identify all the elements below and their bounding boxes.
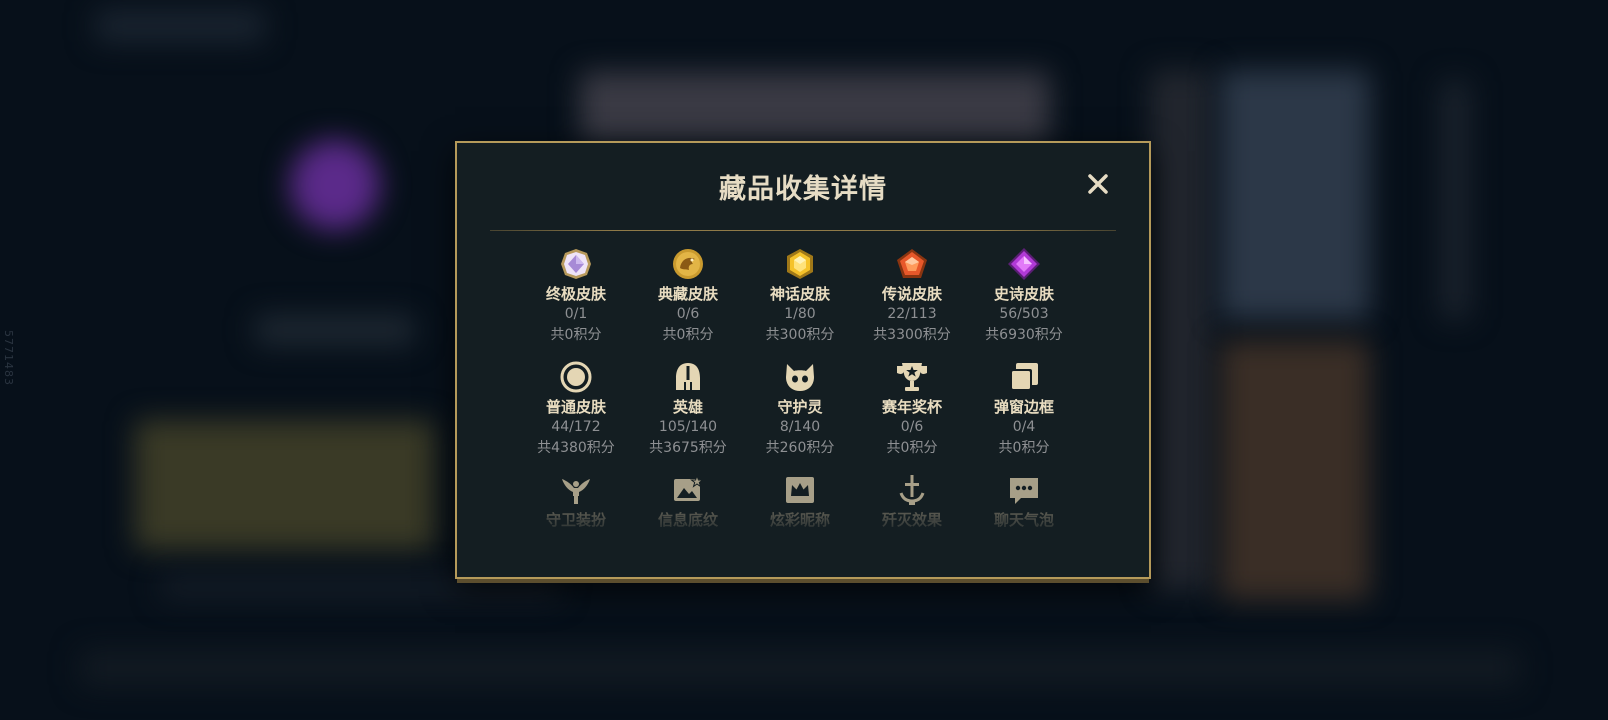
collection-item-mythic-skin[interactable]: 神话皮肤 1/80 共300积分 [744, 247, 856, 346]
item-name: 弹窗边框 [993, 398, 1054, 416]
banner-icon [674, 474, 704, 501]
collection-item-season-trophy[interactable]: 赛年奖杯 0/6 共0积分 [856, 360, 968, 459]
item-name: 聊天气泡 [993, 511, 1054, 529]
item-name: 典藏皮肤 [657, 285, 718, 303]
item-points: 共0积分 [886, 440, 938, 456]
item-name: 普通皮肤 [545, 398, 606, 416]
close-icon[interactable] [1083, 169, 1113, 199]
item-points: 共260积分 [765, 440, 835, 456]
item-count: 0/4 [1012, 419, 1036, 435]
ultimate-gem-icon [561, 249, 591, 279]
ring-icon [560, 361, 592, 393]
item-count: 0/6 [900, 419, 924, 435]
item-count: 0/6 [676, 306, 700, 322]
collection-item-prestige-skin[interactable]: 典藏皮肤 0/6 共0积分 [632, 247, 744, 346]
item-name: 守卫装扮 [545, 511, 606, 529]
item-count: 1/80 [784, 306, 816, 322]
collection-item-ultimate-skin[interactable]: 终极皮肤 0/1 共0积分 [520, 247, 632, 346]
dragon-emblem-icon [673, 249, 703, 279]
item-name: 史诗皮肤 [993, 285, 1054, 303]
collection-grid: 终极皮肤 0/1 共0积分 典藏皮肤 0/6 共0积分 神话皮肤 1/80 共3… [520, 247, 1080, 530]
item-points: 共0积分 [662, 327, 714, 343]
item-count: 44/172 [551, 419, 601, 435]
item-name: 终极皮肤 [545, 285, 606, 303]
trophy-icon [897, 363, 927, 391]
item-name: 传说皮肤 [881, 285, 942, 303]
item-name: 英雄 [672, 398, 703, 416]
item-name: 守护灵 [777, 398, 823, 416]
item-name: 炫彩昵称 [769, 511, 830, 529]
collection-item-finisher-effect[interactable]: 歼灭效果 [856, 473, 968, 530]
item-count: 22/113 [887, 306, 937, 322]
collection-item-normal-skin[interactable]: 普通皮肤 44/172 共4380积分 [520, 360, 632, 459]
item-points: 共3300积分 [873, 327, 951, 343]
collection-item-chat-bubble[interactable]: 聊天气泡 [968, 473, 1080, 530]
collection-item-legendary-skin[interactable]: 传说皮肤 22/113 共3300积分 [856, 247, 968, 346]
side-id-text: 5771483 [2, 330, 15, 386]
mythic-gem-icon [787, 249, 813, 279]
ward-icon [562, 479, 590, 504]
collection-item-champion[interactable]: 英雄 105/140 共3675积分 [632, 360, 744, 459]
collection-item-profile-banner[interactable]: 信息底纹 [632, 473, 744, 530]
item-points: 共0积分 [550, 327, 602, 343]
item-count: 56/503 [999, 306, 1049, 322]
item-name: 神话皮肤 [769, 285, 830, 303]
companion-icon [786, 364, 814, 391]
item-points: 共6930积分 [985, 327, 1063, 343]
collection-item-ward-skin[interactable]: 守卫装扮 [520, 473, 632, 530]
item-count: 8/140 [779, 419, 821, 435]
collection-item-epic-skin[interactable]: 史诗皮肤 56/503 共6930积分 [968, 247, 1080, 346]
item-name: 信息底纹 [657, 511, 718, 529]
item-count: 0/1 [564, 306, 588, 322]
item-points: 共4380积分 [537, 440, 615, 456]
item-name: 赛年奖杯 [881, 398, 942, 416]
collection-details-modal: 藏品收集详情 终极皮肤 0/1 共0积分 典藏皮肤 0/6 共0积分 神话皮肤 … [455, 141, 1151, 579]
chat-bubble-icon [1010, 478, 1038, 504]
item-name: 歼灭效果 [881, 511, 942, 529]
collection-item-colored-name[interactable]: 炫彩昵称 [744, 473, 856, 530]
collection-item-popup-frame[interactable]: 弹窗边框 0/4 共0积分 [968, 360, 1080, 459]
helmet-icon [676, 363, 700, 390]
epic-gem-icon [1008, 248, 1040, 280]
title-divider [490, 230, 1116, 231]
item-points: 共3675积分 [649, 440, 727, 456]
collection-item-little-legend[interactable]: 守护灵 8/140 共260积分 [744, 360, 856, 459]
frames-icon [1010, 363, 1038, 391]
item-count: 105/140 [658, 419, 718, 435]
crown-card-icon [786, 477, 814, 503]
close-button[interactable] [1083, 169, 1113, 199]
modal-title: 藏品收集详情 [719, 174, 887, 205]
item-points: 共0积分 [998, 440, 1050, 456]
legendary-gem-icon [897, 249, 927, 278]
item-points: 共300积分 [765, 327, 835, 343]
sword-icon [899, 475, 925, 505]
